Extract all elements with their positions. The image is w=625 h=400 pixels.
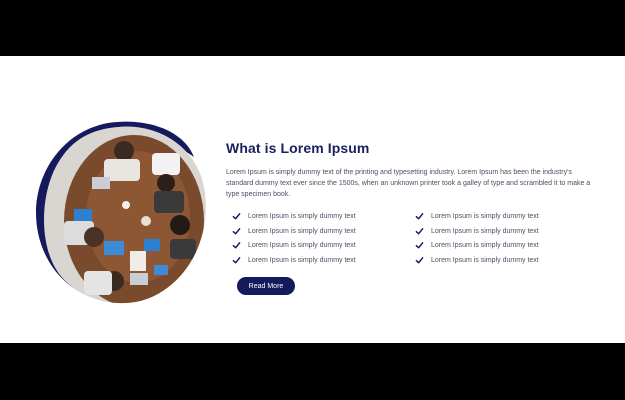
feature-label: Lorem Ipsum is simply dummy text [431, 227, 539, 235]
feature-label: Lorem Ipsum is simply dummy text [248, 241, 356, 249]
feature-list: Lorem Ipsum is simply dummy text Lorem I… [226, 209, 596, 273]
feature-label: Lorem Ipsum is simply dummy text [248, 212, 356, 220]
feature-label: Lorem Ipsum is simply dummy text [431, 212, 539, 220]
check-icon [415, 256, 424, 265]
team-photo-blob [34, 121, 210, 307]
feature-item: Lorem Ipsum is simply dummy text [232, 209, 356, 223]
feature-label: Lorem Ipsum is simply dummy text [431, 256, 539, 264]
feature-label: Lorem Ipsum is simply dummy text [248, 227, 356, 235]
letterbox-top [0, 0, 625, 56]
read-more-button[interactable]: Read More [237, 277, 295, 295]
section-description: Lorem Ipsum is simply dummy text of the … [226, 169, 591, 198]
check-icon [415, 227, 424, 236]
feature-item: Lorem Ipsum is simply dummy text [415, 238, 539, 252]
check-icon [232, 241, 241, 250]
check-icon [232, 256, 241, 265]
feature-item: Lorem Ipsum is simply dummy text [232, 224, 356, 238]
letterbox-bottom [0, 343, 625, 400]
check-icon [232, 227, 241, 236]
feature-item: Lorem Ipsum is simply dummy text [415, 253, 539, 267]
feature-label: Lorem Ipsum is simply dummy text [248, 256, 356, 264]
section-title: What is Lorem Ipsum [226, 140, 370, 156]
check-icon [415, 212, 424, 221]
feature-label: Lorem Ipsum is simply dummy text [431, 241, 539, 249]
feature-item: Lorem Ipsum is simply dummy text [415, 224, 539, 238]
feature-item: Lorem Ipsum is simply dummy text [232, 238, 356, 252]
check-icon [415, 241, 424, 250]
feature-item: Lorem Ipsum is simply dummy text [415, 209, 539, 223]
team-photo-image [36, 121, 206, 304]
feature-item: Lorem Ipsum is simply dummy text [232, 253, 356, 267]
check-icon [232, 212, 241, 221]
